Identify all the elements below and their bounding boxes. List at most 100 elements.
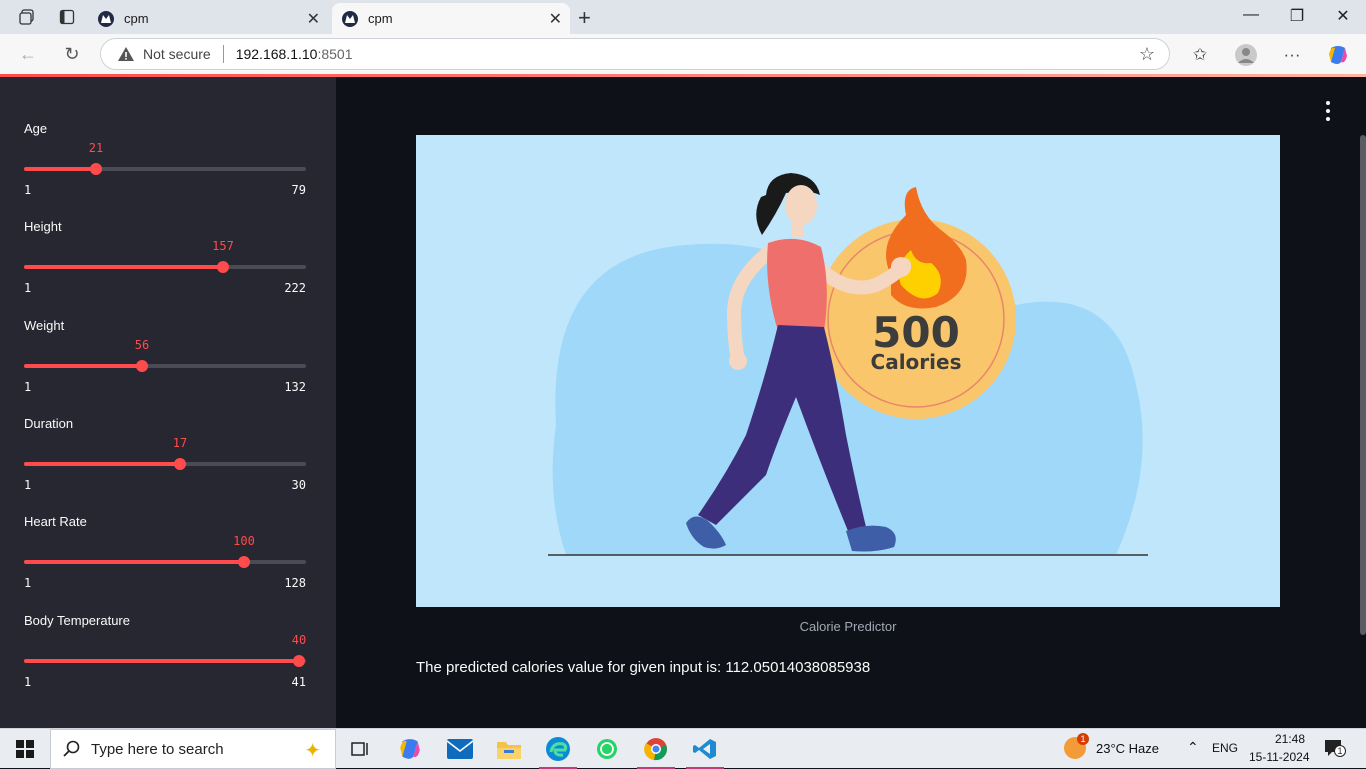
scrollbar[interactable] [1360,135,1366,635]
calorie-illustration: 500 Calories [416,135,1280,607]
tab-title: cpm [368,11,393,26]
slider-fill [24,560,244,564]
slider-current-value: 56 [134,338,150,352]
close-tab-icon[interactable]: ✕ [307,9,320,29]
slider-track[interactable] [24,458,306,470]
mail-icon[interactable] [445,735,475,763]
slider-thumb[interactable] [90,163,102,175]
badge-text: Calories [871,350,962,374]
windows-start-icon[interactable] [10,735,40,763]
close-tab-icon[interactable]: ✕ [549,9,562,29]
tab-actions-icon[interactable] [58,8,76,26]
favorite-star-icon[interactable]: ☆ [1139,44,1155,65]
url-port: :8501 [317,46,353,62]
slider-min: 1 [24,281,32,295]
edge-browser-icon[interactable] [539,735,577,769]
tab-cpm-2[interactable]: cpm ✕ [332,3,570,34]
copilot-taskbar-icon[interactable] [395,735,425,763]
slider-current-value: 21 [88,141,104,155]
slider-height: Height 157 1 222 [24,219,306,295]
slider-max: 30 [291,478,306,492]
streamlit-favicon-icon [98,10,114,27]
chrome-icon[interactable] [637,735,675,769]
slider-fill [24,364,142,368]
vscode-icon[interactable] [686,735,724,769]
windows-taskbar: Type here to search ✦ 1 23°C Haze ⌃ ENG … [0,728,1366,769]
slider-current-value: 17 [172,436,188,450]
clock-time[interactable]: 21:48 [1262,732,1318,746]
search-icon [63,740,80,757]
slider-body-temperature: Body Temperature 40 1 41 [24,613,306,689]
copilot-icon[interactable] [1325,42,1351,68]
notifications-icon[interactable]: 1 [1324,739,1346,757]
app-menu-icon[interactable] [1322,101,1334,121]
slider-max: 222 [284,281,306,295]
slider-track[interactable] [24,360,306,372]
slider-label: Body Temperature [24,613,130,628]
address-separator [222,45,224,63]
minimize-button[interactable]: — [1228,6,1274,24]
slider-current-value: 100 [233,534,255,548]
security-label[interactable]: Not secure [143,46,211,62]
weather-badge: 1 [1077,733,1089,745]
slider-current-value: 157 [212,239,234,253]
slider-weight: Weight 56 1 132 [24,318,306,394]
clock-date[interactable]: 15-11-2024 [1249,750,1310,764]
slider-min: 1 [24,478,32,492]
slider-fill [24,265,223,269]
slider-fill [24,167,96,171]
tab-cpm-1[interactable]: cpm ✕ [88,3,328,34]
tab-title: cpm [124,11,149,26]
main-content: 500 Calories Calorie Predictor The predi… [336,77,1366,728]
slider-thumb[interactable] [217,261,229,273]
file-explorer-icon[interactable] [494,735,524,763]
chevron-up-icon[interactable]: ⌃ [1187,739,1199,756]
slider-label: Height [24,219,62,234]
more-options-icon[interactable]: ··· [1279,42,1305,68]
sidebar: Age 21 1 79 Height 157 1 222 Weight 56 1 132 Duratio… [0,77,336,728]
weather-text[interactable]: 23°C Haze [1096,741,1159,756]
slider-thumb[interactable] [136,360,148,372]
slider-track[interactable] [24,261,306,273]
streamlit-favicon-icon [342,10,358,27]
language-indicator[interactable]: ENG [1212,741,1238,755]
slider-track[interactable] [24,556,306,568]
new-tab-button[interactable]: + [578,5,591,31]
whatsapp-icon[interactable] [592,735,622,763]
close-window-button[interactable]: ✕ [1320,6,1366,26]
slider-max: 132 [284,380,306,394]
back-arrow-icon[interactable]: ← [16,42,40,66]
slider-current-value: 40 [291,633,307,647]
reload-icon[interactable]: ↻ [60,42,84,66]
restore-button[interactable]: ❐ [1274,6,1320,26]
favorites-icon[interactable]: ✩ [1187,42,1213,68]
notification-count: 1 [1334,745,1346,757]
slider-min: 1 [24,675,32,689]
prediction-result-text: The predicted calories value for given i… [416,659,871,676]
slider-max: 41 [291,675,306,689]
slider-max: 128 [284,576,306,590]
image-caption: Calorie Predictor [799,619,897,634]
slider-thumb[interactable] [174,458,186,470]
slider-label: Weight [24,318,65,333]
slider-heart-rate: Heart Rate 100 1 128 [24,514,306,590]
url-host: 192.168.1.10 [235,46,318,62]
slider-fill [24,462,180,466]
slider-max: 79 [291,183,306,197]
slider-fill [24,659,299,663]
slider-label: Heart Rate [24,514,87,529]
workspaces-icon[interactable] [18,8,36,26]
slider-age: Age 21 1 79 [24,121,306,197]
address-bar[interactable]: Not secure 192.168.1.10:8501 ☆ [100,38,1170,70]
slider-thumb[interactable] [238,556,250,568]
profile-icon[interactable] [1233,42,1259,68]
browser-toolbar: ← ↻ Not secure 192.168.1.10:8501 ☆ ✩ ··· [0,34,1366,74]
slider-track[interactable] [24,655,306,667]
taskbar-search-box[interactable]: Type here to search ✦ [50,729,336,769]
slider-thumb[interactable] [293,655,305,667]
slider-label: Duration [24,416,74,431]
browser-tab-strip: cpm ✕ cpm ✕ + — ❐ ✕ [0,0,1366,34]
search-placeholder: Type here to search [91,740,224,758]
task-view-icon[interactable] [345,735,375,763]
slider-track[interactable] [24,163,306,175]
